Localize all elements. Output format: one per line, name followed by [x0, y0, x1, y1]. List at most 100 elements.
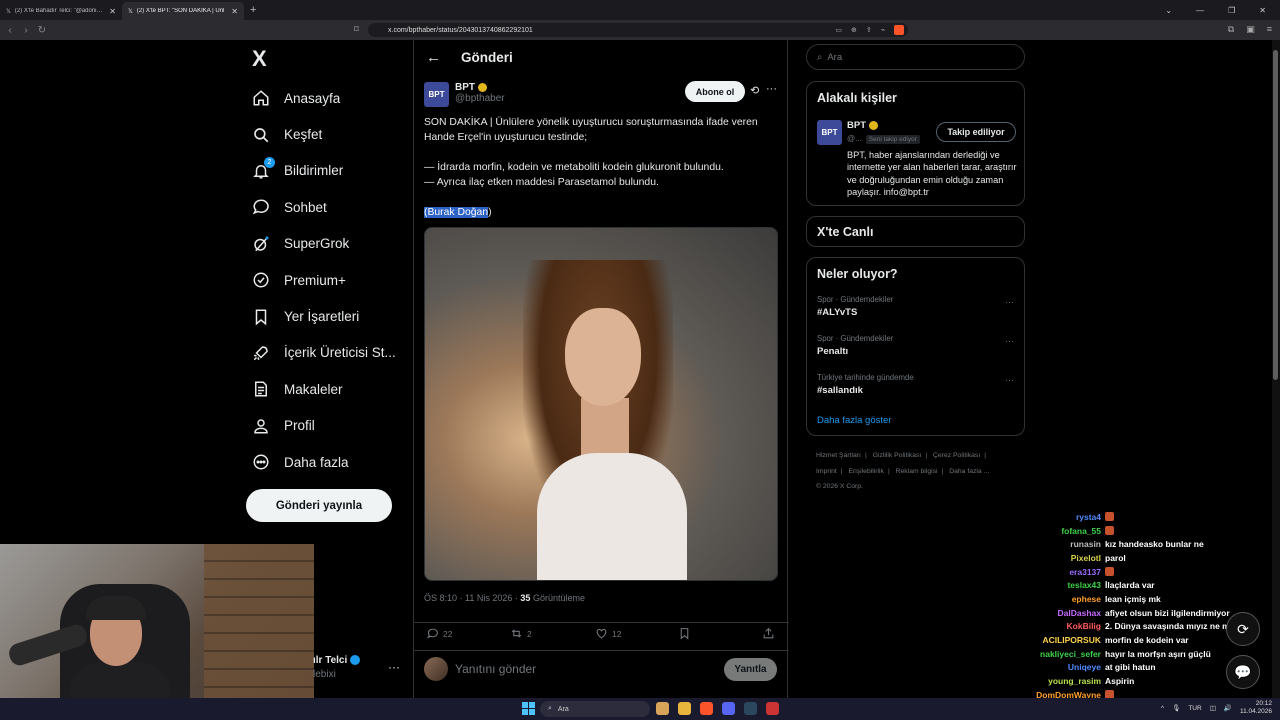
brave-shield-icon[interactable] [894, 25, 904, 35]
close-window-icon[interactable]: ✕ [1259, 6, 1266, 15]
browser-menu-icon[interactable]: ≡ [1267, 24, 1272, 35]
nav-item-bookmarks[interactable]: Yer İşaretleri [252, 298, 396, 334]
post-photo[interactable] [424, 227, 778, 581]
minimize-icon[interactable]: — [1196, 6, 1204, 15]
mic-icon[interactable]: 🎙 [1172, 704, 1180, 712]
chat-username[interactable]: DalDashax [900, 608, 1105, 618]
tab-list-icon[interactable]: ⌄ [1165, 6, 1172, 15]
trend-item[interactable]: Türkiye tarihinde gündemde #sallandık ··… [807, 369, 1024, 408]
following-button[interactable]: Takip ediliyor [936, 122, 1016, 142]
author-name[interactable]: BPT [455, 82, 475, 93]
post-more-icon[interactable]: ··· [766, 83, 777, 95]
chat-username[interactable]: young_rasim [900, 676, 1105, 686]
back-arrow-icon[interactable]: ← [426, 49, 441, 66]
browser-tab-1[interactable]: 𝕏 (2) X'te Bahadır Telci: "@adoniaayel" … [0, 2, 122, 20]
footer-link[interactable]: Çerez Politikası [933, 452, 980, 459]
chat-username[interactable]: era3137 [900, 567, 1105, 577]
footer-link[interactable]: Daha fazla ... [949, 468, 989, 475]
close-tab-icon[interactable]: ✕ [231, 7, 238, 16]
chat-username[interactable]: nakliyeci_sefer [900, 649, 1105, 659]
chat-username[interactable]: fofana_55 [900, 526, 1105, 536]
back-nav-icon[interactable]: ‹ [2, 25, 18, 36]
account-more-icon[interactable]: ··· [388, 660, 400, 674]
link-icon[interactable]: ⌁ [881, 26, 885, 34]
nav-item-supergrok[interactable]: SuperGrok [252, 226, 396, 262]
reply-input[interactable]: Yanıtını gönder [455, 662, 536, 676]
volume-icon[interactable]: 🔊 [1224, 704, 1232, 712]
page-scrollbar[interactable] [1272, 40, 1280, 700]
repost-action[interactable]: 2 [510, 627, 532, 640]
grok-explain-icon[interactable]: ⟲ [750, 84, 759, 97]
clock[interactable]: 20:12 11.04.2026 [1240, 700, 1272, 716]
chat-username[interactable]: teslax43 [900, 580, 1105, 590]
related-handle[interactable]: @... [847, 134, 862, 143]
browser-tab-2[interactable]: 𝕏 (2) X'te BPT: "SON DAKİKA | Ünl ✕ [122, 2, 244, 20]
windows-start-icon[interactable] [522, 702, 535, 715]
reply-action[interactable]: 22 [426, 627, 452, 640]
network-icon[interactable]: ◫ [1210, 704, 1216, 712]
sidebar-toggle-icon[interactable]: ▣ [1246, 24, 1255, 35]
nav-item-premium[interactable]: Premium+ [252, 262, 396, 298]
chat-username[interactable]: ACILIPORSUK [900, 635, 1105, 645]
discord-icon[interactable] [722, 702, 735, 715]
close-tab-icon[interactable]: ✕ [109, 7, 116, 16]
account-switcher[interactable]: ılr Telci [313, 655, 361, 666]
author-handle[interactable]: @bpthaber [455, 93, 505, 104]
footer-link[interactable]: Gizlilik Politikası [873, 452, 922, 459]
nav-item-home[interactable]: Anasayfa [252, 80, 396, 116]
post-author[interactable]: BPT BPT @bpthaber [424, 82, 505, 107]
bookmark-action[interactable] [678, 627, 691, 640]
share-action[interactable] [762, 627, 775, 640]
chat-username[interactable]: runasin [900, 539, 1105, 549]
nav-item-articles[interactable]: Makaleler [252, 371, 396, 407]
chat-username[interactable]: rysta4 [900, 512, 1105, 522]
forward-nav-icon[interactable]: › [18, 25, 34, 36]
reply-button[interactable]: Yanıtla [724, 658, 777, 681]
messages-float-icon[interactable]: 💬 [1226, 655, 1260, 689]
maximize-icon[interactable]: ❐ [1228, 6, 1235, 15]
keyboard-language[interactable]: TUR [1188, 705, 1201, 712]
footer-link[interactable]: Erişilebilirlik [848, 468, 884, 475]
address-bar[interactable]: x.com/bpthaber/status/204301374086229210… [368, 23, 908, 37]
nav-item-more[interactable]: Daha fazla [252, 444, 396, 480]
post-time[interactable]: ÖS 8:10 [424, 593, 457, 603]
steam-icon[interactable] [744, 702, 757, 715]
nav-item-notifications[interactable]: 2 Bildirimler [252, 153, 396, 189]
post-date[interactable]: 11 Nis 2026 [465, 593, 512, 603]
chat-username[interactable]: KokBilig [900, 621, 1105, 631]
chat-username[interactable]: Pixelotl [900, 553, 1105, 563]
chat-username[interactable]: Uniqeye [900, 662, 1105, 672]
search-input[interactable]: ⌕ Ara [806, 44, 1025, 70]
related-avatar[interactable]: BPT [817, 120, 842, 145]
author-avatar[interactable]: BPT [424, 82, 449, 107]
bookmark-page-icon[interactable]: ⌑ [354, 24, 359, 35]
brave-browser-icon[interactable] [700, 702, 713, 715]
scrollbar-thumb[interactable] [1273, 50, 1278, 380]
chat-username[interactable]: ephese [900, 594, 1105, 604]
nav-item-chat[interactable]: Sohbet [252, 189, 396, 225]
trend-more-icon[interactable]: ··· [1005, 336, 1014, 346]
trend-more-icon[interactable]: ··· [1005, 297, 1014, 307]
reload-icon[interactable]: ↻ [34, 25, 50, 36]
trend-item[interactable]: Spor · Gündemdekiler Penaltı ··· [807, 330, 1024, 369]
new-tab-icon[interactable]: + [250, 4, 256, 16]
x-logo-icon[interactable]: X [252, 46, 267, 72]
cast-icon[interactable]: ▭ [835, 26, 842, 34]
show-more-link[interactable]: Daha fazla göster [807, 408, 1024, 426]
nav-item-explore[interactable]: Keşfet [252, 116, 396, 152]
live-on-x-panel[interactable]: X'te Canlı [806, 216, 1025, 247]
zoom-icon[interactable]: ⊕ [851, 26, 857, 34]
trend-more-icon[interactable]: ··· [1005, 375, 1014, 385]
share-icon[interactable]: ⇪ [866, 26, 872, 34]
like-action[interactable]: 12 [595, 627, 621, 640]
grok-float-icon[interactable]: ⟳ [1226, 612, 1260, 646]
trend-item[interactable]: Spor · Gündemdekiler #ALYvTS ··· [807, 291, 1024, 330]
nav-item-creator-studio[interactable]: İçerik Üreticisi St... [252, 335, 396, 371]
widget-icon[interactable] [656, 702, 669, 715]
post-button[interactable]: Gönderi yayınla [246, 489, 392, 522]
taskbar-search[interactable]: ⌕ Ara [540, 701, 650, 717]
footer-link[interactable]: Reklam bilgisi [896, 468, 938, 475]
file-explorer-icon[interactable] [678, 702, 691, 715]
subscribe-button[interactable]: Abone ol [685, 81, 745, 102]
nav-item-profile[interactable]: Profil [252, 408, 396, 444]
